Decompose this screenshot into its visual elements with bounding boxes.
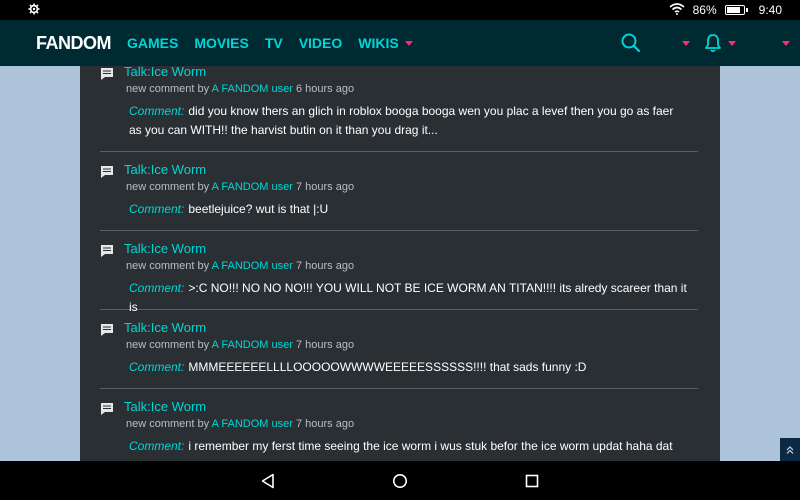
nav-tv[interactable]: TV <box>265 35 283 51</box>
home-button[interactable] <box>392 473 408 489</box>
meta-prefix: new comment by <box>126 260 210 272</box>
chevron-down-icon <box>728 40 736 46</box>
meta-prefix: new comment by <box>126 181 210 193</box>
nav-wikis[interactable]: WIKIS <box>358 35 413 51</box>
timestamp: 7 hours ago <box>295 260 355 272</box>
back-button[interactable] <box>260 473 276 489</box>
timestamp: 6 hours ago <box>295 83 355 95</box>
double-chevron-up-icon <box>786 446 794 454</box>
search-icon <box>621 33 641 53</box>
entry-meta: new comment by A FANDOM user 7 hours ago <box>126 339 354 351</box>
battery-icon <box>724 5 748 15</box>
recents-square-icon <box>525 474 539 487</box>
status-bar: 86% 9:40 <box>0 0 800 20</box>
meta-prefix: new comment by <box>126 83 210 95</box>
scroll-to-top-button[interactable] <box>780 438 800 462</box>
comment-label[interactable]: Comment: <box>129 104 184 118</box>
nav-games[interactable]: GAMES <box>127 35 178 51</box>
comment-text: Comment: i remember my ferst time seeing … <box>129 437 689 461</box>
entry-title-link[interactable]: Talk:Ice Worm <box>124 241 206 256</box>
entry-title-link[interactable]: Talk:Ice Worm <box>124 162 206 177</box>
user-link[interactable]: A FANDOM user <box>212 181 293 193</box>
feed-entry: Talk:Ice Worm new comment by A FANDOM us… <box>100 241 698 314</box>
user-menu-button[interactable] <box>776 40 790 46</box>
feed-entry: Talk:Ice Worm new comment by A FANDOM us… <box>100 66 698 152</box>
right-margin <box>720 66 800 461</box>
fandom-logo[interactable]: FANDOM <box>36 33 112 54</box>
entry-meta: new comment by A FANDOM user 7 hours ago <box>126 181 354 193</box>
search-options-button[interactable] <box>676 40 690 46</box>
feed-entry: Talk:Ice Worm new comment by A FANDOM us… <box>100 399 698 461</box>
top-navbar: FANDOM GAMES MOVIES TV VIDEO WIKIS <box>0 20 800 66</box>
timestamp: 7 hours ago <box>295 418 355 430</box>
chevron-down-icon <box>682 40 690 46</box>
comment-text: Comment: >:C NO!!! NO NO NO!!! YOU WILL N… <box>129 279 689 317</box>
comment-label[interactable]: Comment: <box>129 360 184 374</box>
comment-body: MMMEEEEEELLLLOOOOOWWWWEEEEESSSSSS!!!! th… <box>188 360 587 374</box>
entry-meta: new comment by A FANDOM user 7 hours ago <box>126 418 354 430</box>
activity-feed: Talk:Ice Worm new comment by A FANDOM us… <box>80 66 720 461</box>
notifications-button[interactable] <box>704 33 736 53</box>
nav-wikis-label: WIKIS <box>358 35 399 51</box>
timestamp: 7 hours ago <box>295 339 355 351</box>
entry-meta: new comment by A FANDOM user 6 hours ago <box>126 83 354 95</box>
system-navigation-bar <box>0 461 800 500</box>
user-link[interactable]: A FANDOM user <box>212 83 293 95</box>
comment-label[interactable]: Comment: <box>129 439 184 453</box>
chevron-down-icon <box>404 40 413 46</box>
entry-title-link[interactable]: Talk:Ice Worm <box>124 66 206 79</box>
meta-prefix: new comment by <box>126 339 210 351</box>
page-comment-icon <box>100 244 114 263</box>
entry-title-link[interactable]: Talk:Ice Worm <box>124 320 206 335</box>
timestamp: 7 hours ago <box>295 181 355 193</box>
feed-entry: Talk:Ice Worm new comment by A FANDOM us… <box>100 162 698 231</box>
comment-text: Comment: did you know thers an glich in r… <box>129 102 689 140</box>
meta-prefix: new comment by <box>126 418 210 430</box>
comment-body: beetlejuice? wut is that |:U <box>188 202 329 216</box>
left-margin <box>0 66 80 461</box>
comment-text: Comment: MMMEEEEEELLLLOOOOOWWWWEEEEESSSSS… <box>129 358 689 377</box>
comment-body: >:C NO!!! NO NO NO!!! YOU WILL NOT BE IC… <box>129 281 687 314</box>
bell-icon <box>705 34 721 53</box>
home-circle-icon <box>393 473 407 488</box>
comment-label[interactable]: Comment: <box>129 202 184 216</box>
user-link[interactable]: A FANDOM user <box>212 260 293 272</box>
chevron-down-icon <box>782 40 790 46</box>
back-triangle-icon <box>261 473 274 488</box>
entry-meta: new comment by A FANDOM user 7 hours ago <box>126 260 354 272</box>
comment-text: Comment: beetlejuice? wut is that |:U <box>129 200 689 219</box>
clock: 9:40 <box>758 3 782 17</box>
page-comment-icon <box>100 323 114 342</box>
gear-icon[interactable] <box>28 3 40 18</box>
search-button[interactable] <box>620 32 642 54</box>
page-comment-icon <box>100 165 114 184</box>
comment-label[interactable]: Comment: <box>129 281 184 295</box>
nav-video[interactable]: VIDEO <box>299 35 343 51</box>
comment-body: did you know thers an glich in roblox bo… <box>129 104 674 137</box>
page-comment-icon <box>100 402 114 421</box>
wifi-icon <box>669 2 685 18</box>
recents-button[interactable] <box>524 473 540 489</box>
entry-title-link[interactable]: Talk:Ice Worm <box>124 399 206 414</box>
nav-movies[interactable]: MOVIES <box>194 35 248 51</box>
comment-body: i remember my ferst time seeing the ice … <box>129 439 673 461</box>
battery-percent: 86% <box>692 3 717 17</box>
page-comment-icon <box>100 67 114 86</box>
feed-entry: Talk:Ice Worm new comment by A FANDOM us… <box>100 320 698 389</box>
user-link[interactable]: A FANDOM user <box>212 418 293 430</box>
user-link[interactable]: A FANDOM user <box>212 339 293 351</box>
